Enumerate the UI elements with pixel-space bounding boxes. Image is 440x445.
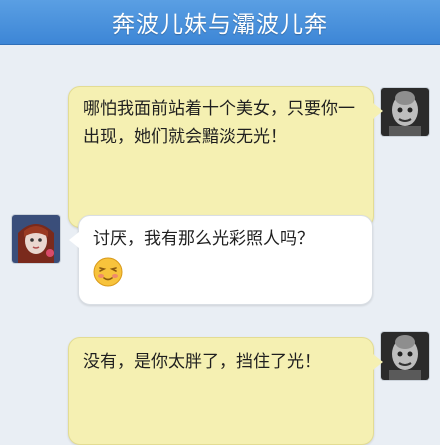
bubble-tail [69,232,79,248]
chat-area[interactable]: 哪怕我面前站着十个美女，只要你一出现，她们就会黯淡无光！ 讨厌，我有那么光彩照人… [0,44,440,445]
chat-title: 奔波儿妹与灞波儿奔 [112,12,328,38]
bubble-tail [373,103,383,119]
shy-smile-emoji-icon [93,257,123,287]
chat-header: 奔波儿妹与灞波儿奔 [0,0,440,45]
avatar-right-1[interactable] [381,88,429,136]
bubble-tail [373,354,383,370]
message-text-1: 哪怕我面前站着十个美女，只要你一出现，她们就会黯淡无光！ [83,99,355,147]
avatar-left[interactable] [12,215,60,263]
message-bubble-2[interactable]: 讨厌，我有那么光彩照人吗？ [69,215,373,305]
message-text-3: 没有，是你太胖了，挡住了光！ [83,352,321,372]
message-bubble-1[interactable]: 哪怕我面前站着十个美女，只要你一出现，她们就会黯淡无光！ [68,86,383,228]
message-bubble-3[interactable]: 没有，是你太胖了，挡住了光！ [68,337,383,445]
avatar-right-2[interactable] [381,332,429,380]
message-text-2: 讨厌，我有那么光彩照人吗？ [93,229,314,249]
